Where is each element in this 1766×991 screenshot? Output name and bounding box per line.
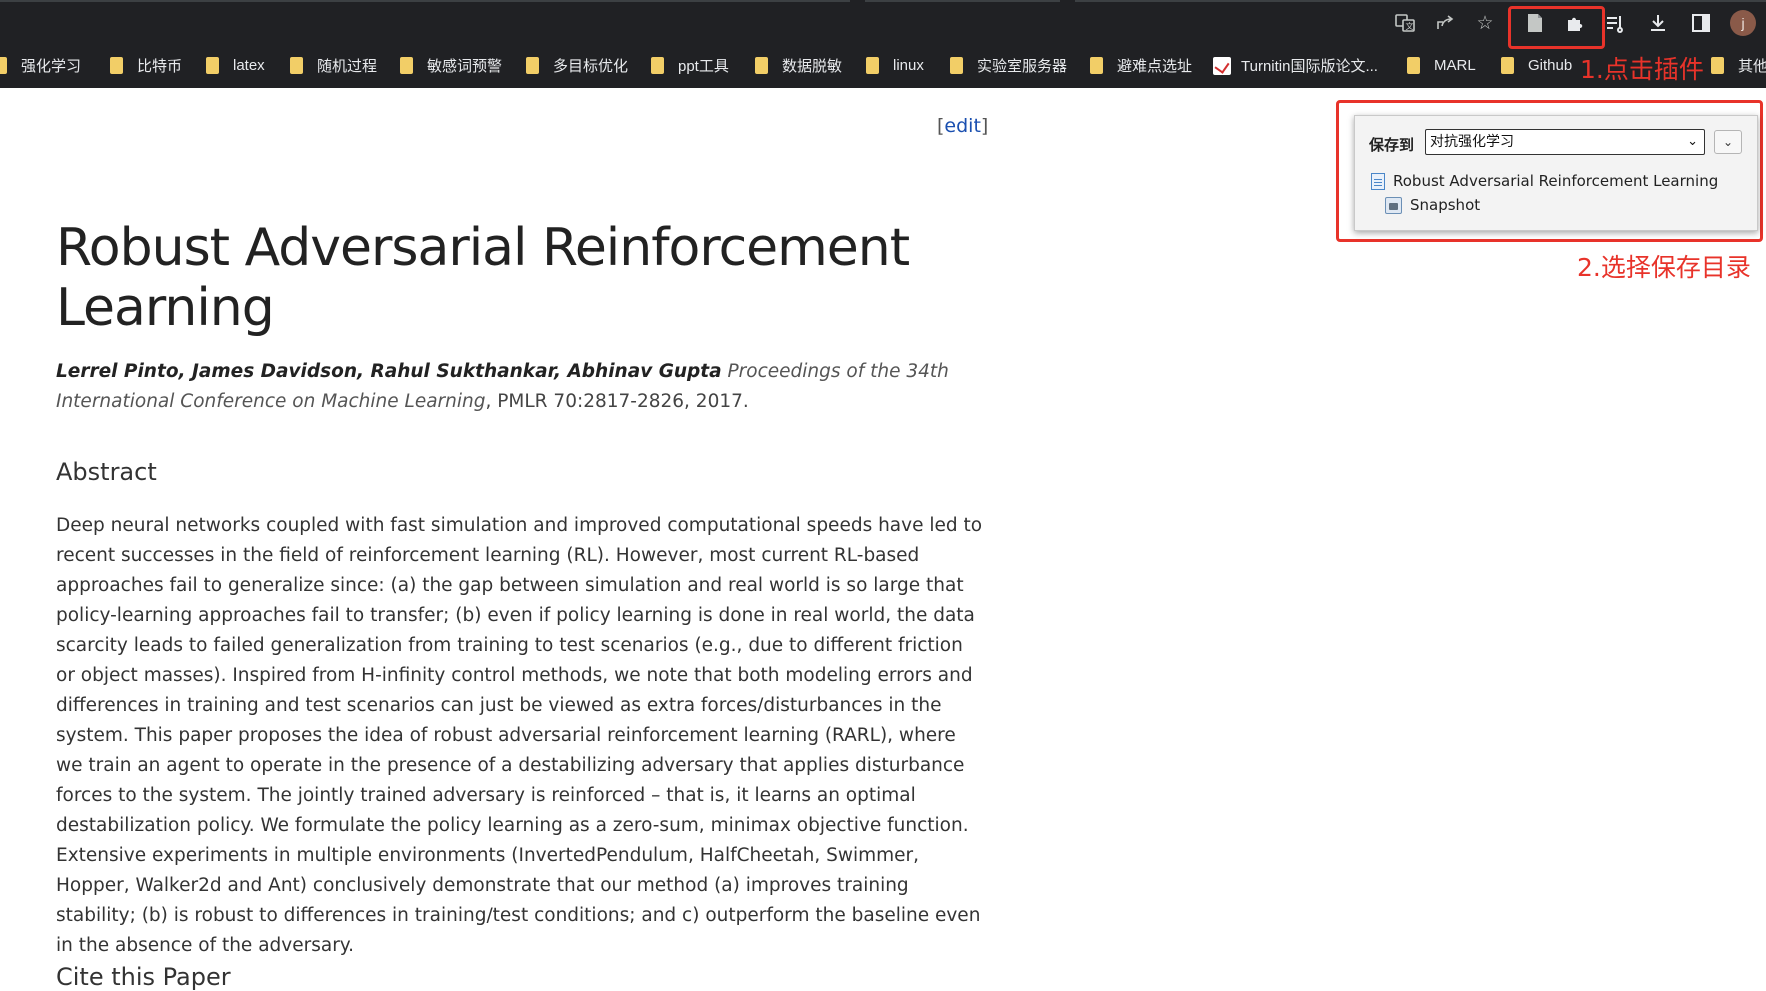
document-icon (1371, 172, 1385, 190)
bookmark-item[interactable]: Github (1501, 43, 1572, 88)
folder-icon (1090, 57, 1103, 74)
tab-strip-edge (1075, 0, 1766, 10)
bookmark-item[interactable]: 多目标优化 (526, 43, 628, 88)
folder-icon (290, 57, 303, 74)
paper-citation-line: Lerrel Pinto, James Davidson, Rahul Sukt… (56, 357, 996, 417)
reading-list-icon[interactable] (1602, 10, 1628, 36)
bookmark-item[interactable]: 数据脱敏 (755, 43, 842, 88)
abstract-text: Deep neural networks coupled with fast s… (56, 515, 983, 956)
chevron-down-icon: ⌄ (1687, 134, 1698, 149)
side-panel-icon[interactable] (1688, 10, 1714, 36)
bookmark-item[interactable]: MARL (1407, 43, 1476, 88)
bookmark-item[interactable]: 敏感词预警 (400, 43, 502, 88)
translate-icon[interactable]: 文 (1392, 10, 1418, 36)
download-icon[interactable] (1645, 10, 1671, 36)
folder-icon (0, 57, 7, 74)
collection-select[interactable]: 对抗强化学习 ⌄ (1425, 129, 1705, 155)
annotation-box-extension (1508, 6, 1605, 49)
bookmark-item[interactable]: linux (866, 43, 924, 88)
paper-title: Robust Adversarial Reinforcement Learnin… (56, 218, 910, 338)
bookmark-item[interactable]: Turnitin国际版论文... (1213, 43, 1378, 88)
star-icon[interactable]: ☆ (1472, 10, 1498, 36)
tab-strip-edge (865, 0, 1060, 10)
folder-icon (950, 57, 963, 74)
bookmark-item[interactable]: latex (206, 43, 265, 88)
folder-icon (651, 57, 664, 74)
bookmarks-bar: 强化学习 比特币 latex 随机过程 敏感词预警 多目标优化 ppt工具 数据… (0, 43, 1766, 88)
turnitin-icon (1213, 56, 1231, 75)
folder-icon (755, 57, 768, 74)
folder-icon (866, 57, 879, 74)
edit-link-wrapper: [edit] (937, 115, 989, 137)
attachment-label: Snapshot (1410, 196, 1481, 214)
bookmark-item[interactable]: 实验室服务器 (950, 43, 1067, 88)
annotation-step1: 1.点击插件 (1580, 55, 1704, 84)
bookmark-item[interactable]: 避难点选址 (1090, 43, 1192, 88)
folder-icon (1407, 57, 1420, 74)
save-to-label: 保存到 (1369, 136, 1415, 154)
bookmark-item[interactable]: ppt工具 (651, 43, 729, 88)
paper-authors: Lerrel Pinto, James Davidson, Rahul Sukt… (56, 361, 722, 382)
chevron-down-icon: ⌄ (1722, 135, 1734, 149)
expand-tree-button[interactable]: ⌄ (1714, 130, 1742, 154)
profile-avatar[interactable]: j (1730, 10, 1756, 36)
browser-toolbar: 文 ☆ j (0, 0, 1766, 43)
saved-item-row: Robust Adversarial Reinforcement Learnin… (1371, 172, 1718, 190)
paper-pages-year: , PMLR 70:2817-2826, 2017. (485, 391, 749, 412)
bookmark-item[interactable]: 随机过程 (290, 43, 377, 88)
folder-icon (400, 57, 413, 74)
attachment-row: Snapshot (1385, 196, 1480, 214)
folder-icon (110, 57, 123, 74)
abstract-heading: Abstract (56, 458, 157, 486)
tab-strip-edge (0, 0, 850, 10)
folder-icon (1711, 57, 1724, 74)
bookmark-item[interactable]: 其他 (1711, 43, 1766, 88)
bookmark-item[interactable]: 强化学习 (0, 43, 81, 88)
bookmark-item[interactable]: 比特币 (110, 43, 182, 88)
svg-text:文: 文 (1406, 21, 1414, 31)
folder-icon (1501, 57, 1514, 74)
share-icon[interactable] (1432, 10, 1458, 36)
saved-item-title: Robust Adversarial Reinforcement Learnin… (1393, 172, 1719, 190)
annotation-step2: 2.选择保存目录 (1577, 253, 1751, 282)
cite-heading: Cite this Paper (56, 963, 231, 991)
edit-link[interactable]: edit (944, 115, 980, 137)
folder-icon (526, 57, 539, 74)
zotero-save-popup: 保存到 对抗强化学习 ⌄ ⌄ Robust Adversarial Reinfo… (1354, 115, 1758, 231)
folder-icon (206, 57, 219, 74)
collection-select-value: 对抗强化学习 (1430, 134, 1514, 150)
snapshot-icon (1385, 196, 1402, 214)
